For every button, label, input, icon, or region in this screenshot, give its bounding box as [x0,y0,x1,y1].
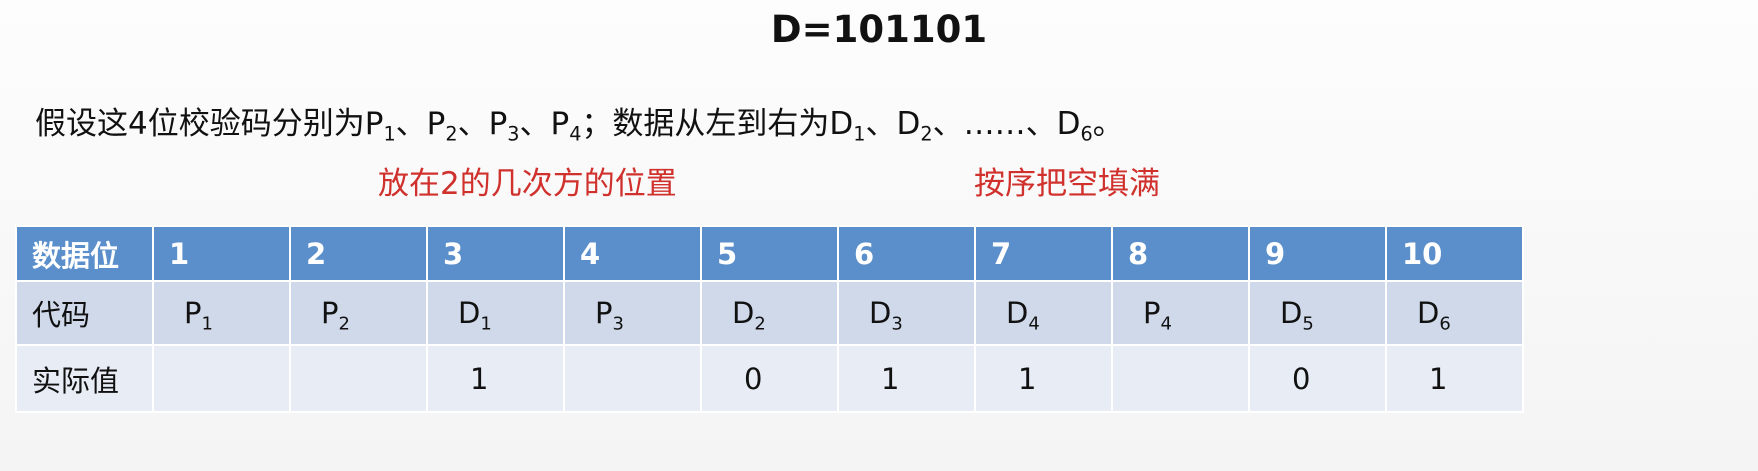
code-cell: D3 [837,280,976,346]
position-cell: 7 [974,225,1113,282]
data-term-second: D2 [896,106,933,146]
code-cell: D2 [700,280,839,346]
position-cell: 6 [837,225,976,282]
code-cell: D6 [1385,280,1524,346]
position-cell: 1 [152,225,291,282]
description-end: 。 [1092,106,1124,142]
code-cell: P4 [1111,280,1250,346]
separator: 、 [519,106,551,142]
value-cell [1111,344,1250,413]
value-cell [563,344,702,413]
position-cell: 8 [1111,225,1250,282]
value-cell: 1 [837,344,976,413]
code-cell: P1 [152,280,291,346]
description-line: 假设这4位校验码分别为P1、P2、P3、P4；数据从左到右为D1、D2、……、D… [35,98,1124,146]
code-cell: D1 [426,280,565,346]
position-cell: 10 [1385,225,1524,282]
position-cell: 9 [1248,225,1387,282]
parity-term-3: P3 [488,106,520,146]
description-middle: ；数据从左到右为 [581,106,830,142]
code-cell: P3 [563,280,702,346]
row-label-code: 代码 [15,280,154,346]
code-cell: D5 [1248,280,1387,346]
value-cell: 0 [1248,344,1387,413]
value-cell: 1 [1385,344,1524,413]
separator: 、 [395,106,427,142]
page-title: D=101101 [770,8,988,51]
value-cell [289,344,428,413]
ellipsis: …… [963,106,1026,142]
code-row: 代码 P1 P2 D1 P3 D2 D3 D4 P4 D5 D6 [15,280,1524,346]
position-cell: 2 [289,225,428,282]
parity-term-1: P1 [364,106,396,146]
position-cell: 3 [426,225,565,282]
data-term-first: D1 [829,106,866,146]
value-cell: 1 [974,344,1113,413]
separator: 、 [457,106,489,142]
parity-term-2: P2 [426,106,458,146]
note-parity-placement: 放在2的几次方的位置 [378,166,677,202]
note-fill-order: 按序把空填满 [974,166,1160,202]
value-cell: 0 [700,344,839,413]
position-cell: 4 [563,225,702,282]
position-cell: 5 [700,225,839,282]
code-cell: P2 [289,280,428,346]
row-label-positions: 数据位 [15,225,154,282]
separator: 、 [865,106,897,142]
code-cell: D4 [974,280,1113,346]
value-cell [152,344,291,413]
value-cell: 1 [426,344,565,413]
separator: 、 [932,106,964,142]
description-prefix: 假设这4位校验码分别为 [35,106,365,142]
hamming-table: 数据位 1 2 3 4 5 6 7 8 9 10 代码 P1 P2 D1 P3 … [15,225,1524,413]
value-row: 实际值 1 0 1 1 0 1 [15,344,1524,413]
header-row: 数据位 1 2 3 4 5 6 7 8 9 10 [15,225,1524,282]
row-label-value: 实际值 [15,344,154,413]
data-term-last: D6 [1056,106,1093,146]
parity-term-4: P4 [550,106,582,146]
separator: 、 [1025,106,1057,142]
